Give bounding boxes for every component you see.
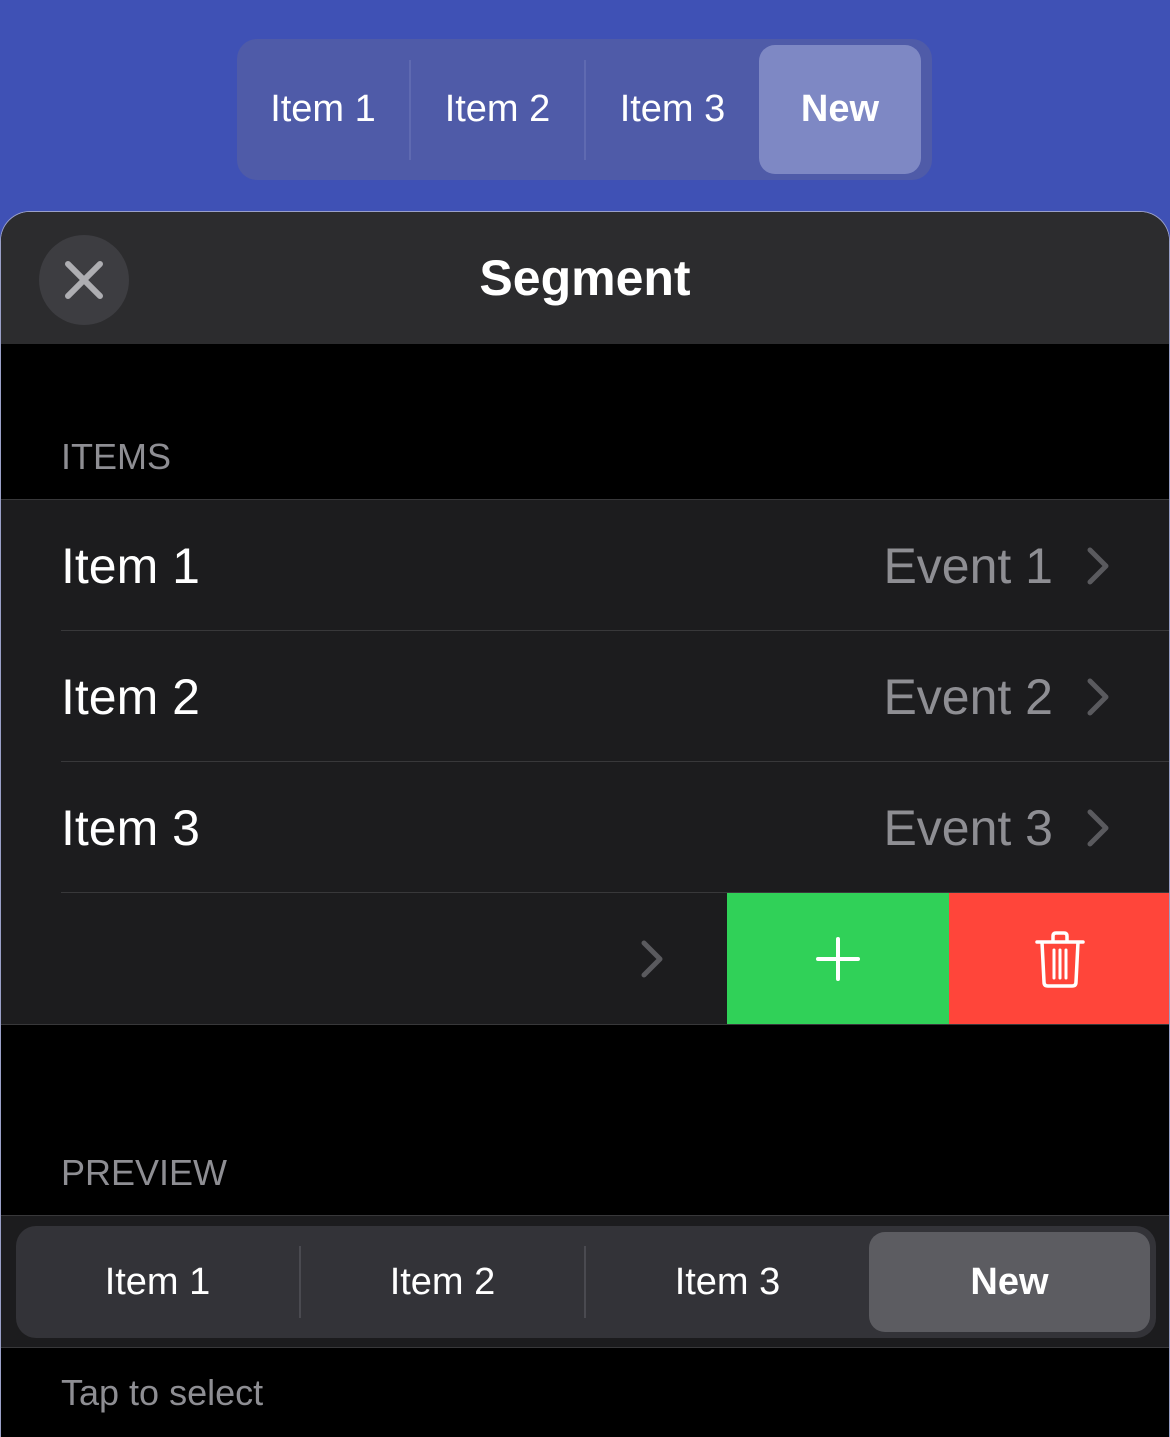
top-segmented-control: Item 1 Item 2 Item 3 New bbox=[237, 39, 932, 180]
preview-section-header: PREVIEW bbox=[61, 1152, 228, 1193]
list-item[interactable]: Item 3 Event 3 bbox=[1, 762, 1169, 893]
segment-label: Item 3 bbox=[674, 1260, 781, 1303]
list-item[interactable]: Item 1 Event 1 bbox=[1, 500, 1169, 631]
close-icon bbox=[65, 261, 103, 299]
items-section-header: ITEMS bbox=[61, 436, 172, 477]
item-value: Event 3 bbox=[883, 799, 1053, 856]
delete-action-button[interactable] bbox=[949, 893, 1169, 1024]
segment-label: New bbox=[800, 88, 880, 130]
segment-new-selected[interactable]: New bbox=[759, 45, 921, 174]
item-label: Item 2 bbox=[61, 668, 200, 725]
item-label: Item 1 bbox=[61, 537, 200, 594]
segment-label: Item 1 bbox=[104, 1260, 211, 1303]
item-label: Item 3 bbox=[61, 799, 200, 856]
segment-label: Item 1 bbox=[270, 88, 376, 130]
segment-item-3[interactable]: Item 3 bbox=[586, 45, 759, 174]
preview-segment-new-selected[interactable]: New bbox=[869, 1232, 1150, 1332]
preview-footer-text: Tap to select bbox=[61, 1372, 264, 1413]
chevron-right-icon bbox=[1087, 678, 1109, 715]
chevron-right-icon bbox=[1087, 809, 1109, 846]
preview-segment-item-3[interactable]: Item 3 bbox=[586, 1232, 869, 1332]
segment-label: Item 2 bbox=[444, 88, 551, 130]
preview-segmented-control: Item 1 Item 2 Item 3 New bbox=[16, 1226, 1156, 1338]
swiped-list-item[interactable] bbox=[1, 893, 1169, 1024]
preview-segment-item-1[interactable]: Item 1 bbox=[16, 1232, 299, 1332]
chevron-right-icon bbox=[1087, 547, 1109, 584]
close-button[interactable] bbox=[39, 235, 129, 325]
segment-item-1[interactable]: Item 1 bbox=[237, 45, 409, 174]
items-list: Item 1 Event 1 Item 2 Event 2 Item 3 Eve… bbox=[1, 499, 1169, 1025]
modal-sheet: Segment ITEMS Item 1 Event 1 Item 2 Even… bbox=[0, 211, 1170, 1437]
item-value: Event 1 bbox=[883, 537, 1053, 594]
segment-label: Item 2 bbox=[389, 1260, 496, 1303]
plus-icon bbox=[816, 936, 860, 981]
segment-label: New bbox=[970, 1260, 1049, 1303]
preview-segment-item-2[interactable]: Item 2 bbox=[301, 1232, 584, 1332]
trash-icon bbox=[1035, 930, 1085, 988]
add-action-button[interactable] bbox=[727, 893, 949, 1024]
chevron-right-icon bbox=[641, 940, 663, 977]
sheet-header: Segment bbox=[1, 212, 1169, 344]
preview-container: Item 1 Item 2 Item 3 New bbox=[1, 1215, 1169, 1348]
segment-label: Item 3 bbox=[619, 88, 726, 130]
list-item[interactable]: Item 2 Event 2 bbox=[1, 631, 1169, 762]
segment-item-2[interactable]: Item 2 bbox=[411, 45, 584, 174]
sheet-title: Segment bbox=[479, 250, 691, 306]
item-value: Event 2 bbox=[883, 668, 1053, 725]
